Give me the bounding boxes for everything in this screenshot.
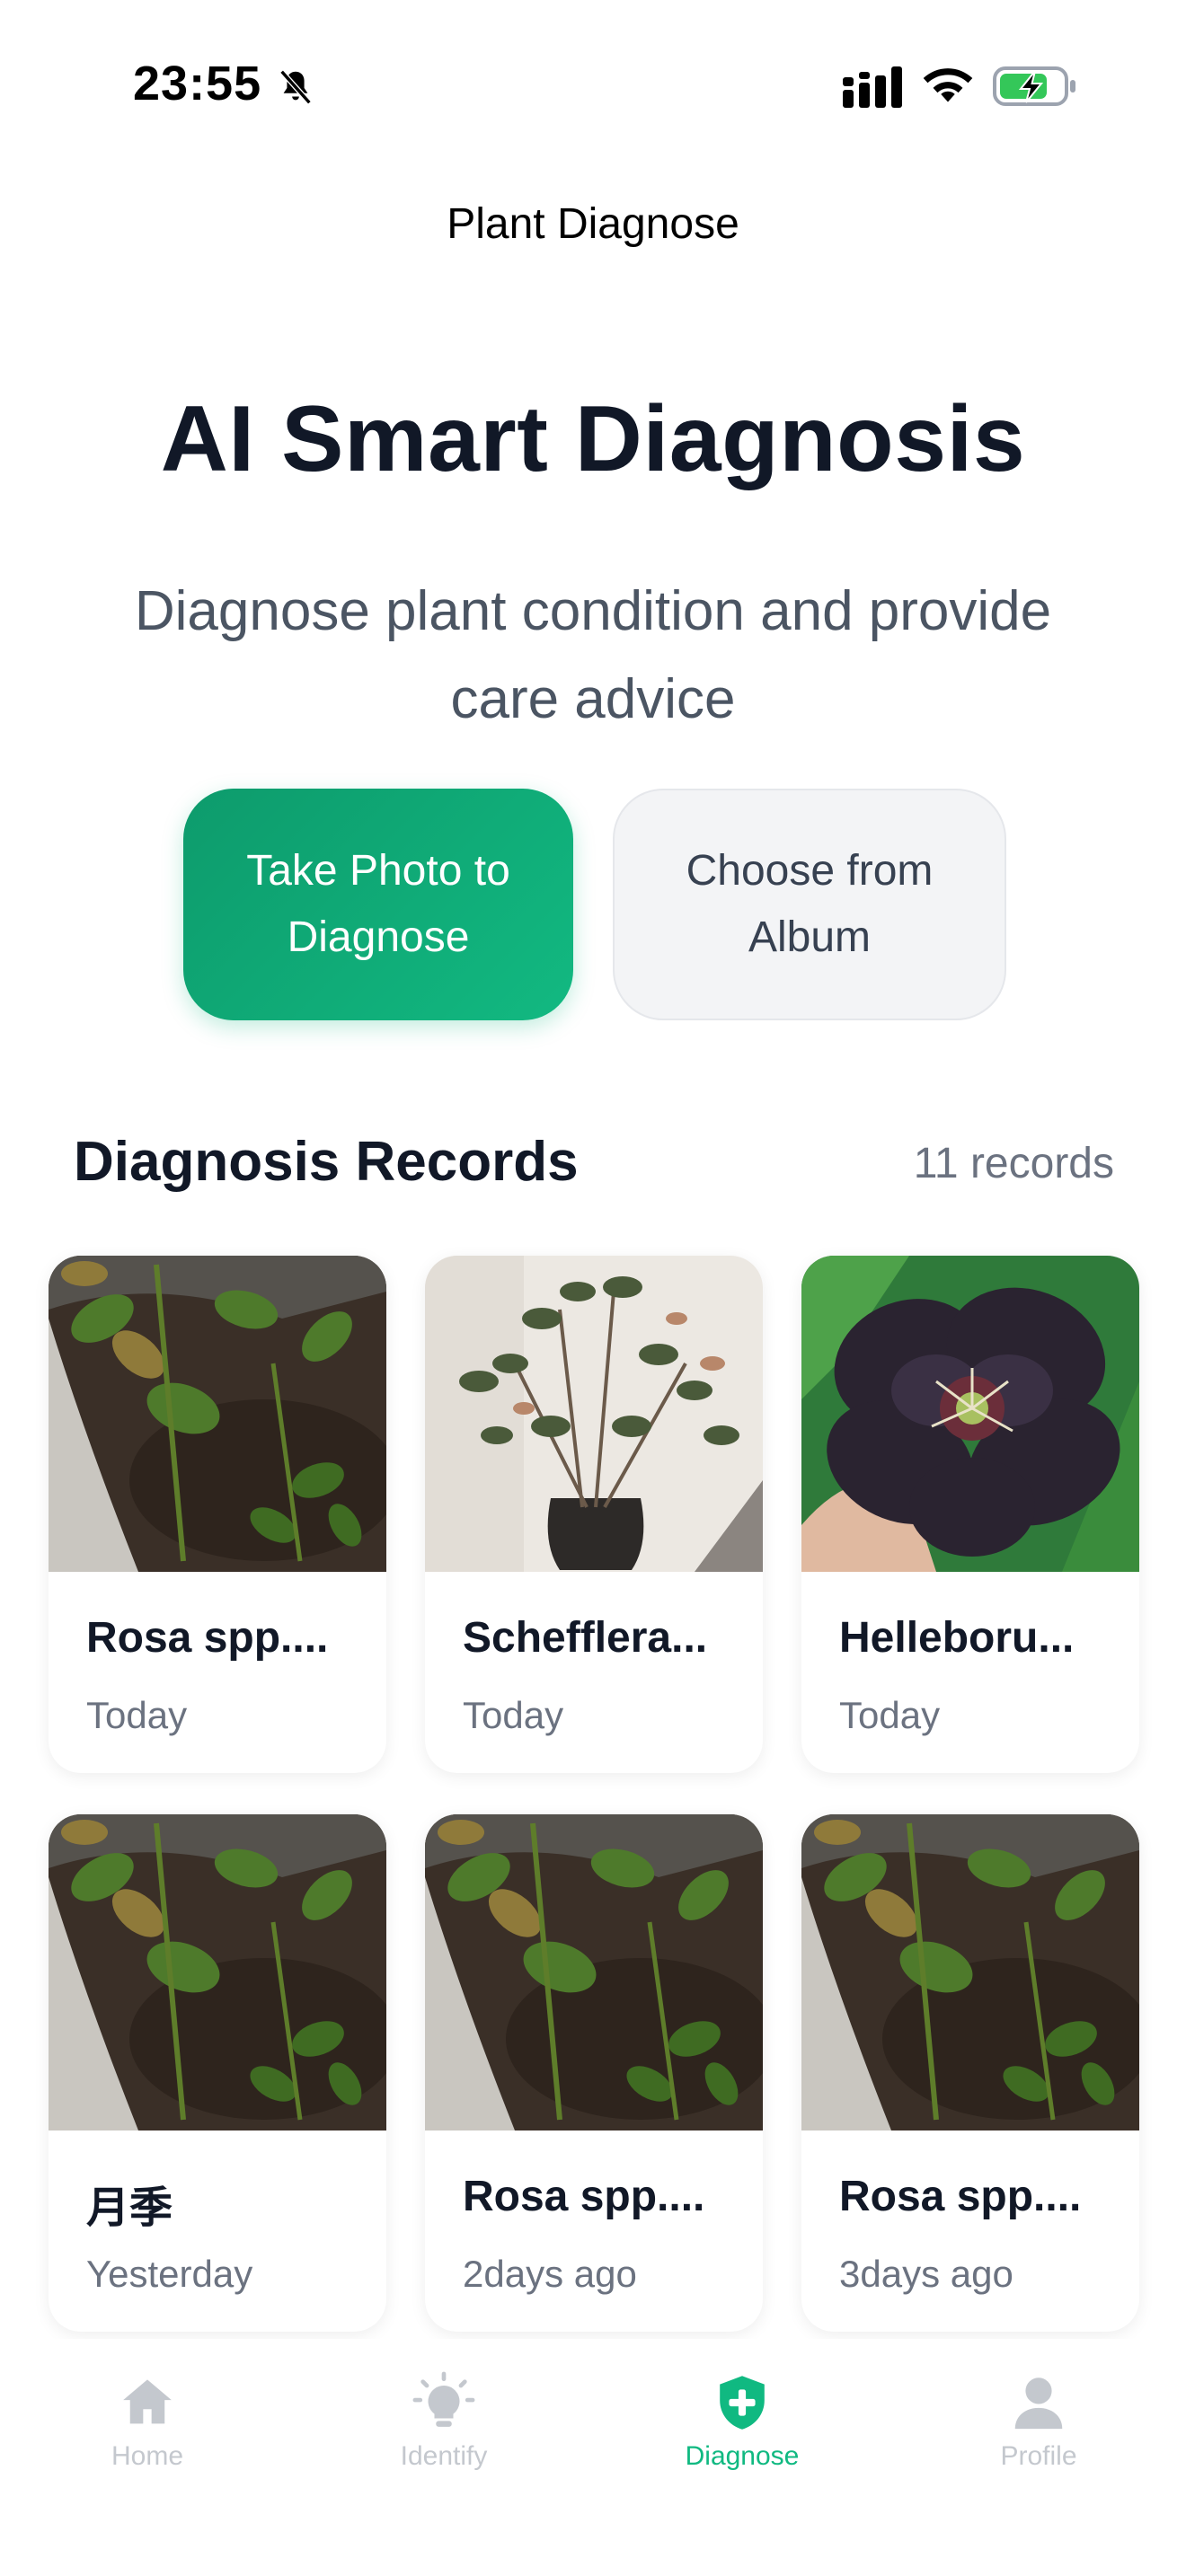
take-photo-button-label: Take Photo to Diagnose (246, 847, 510, 961)
record-date: 2days ago (463, 2253, 637, 2295)
record-name: Schefflera... (463, 1614, 708, 1662)
record-photo-rose (801, 1814, 1139, 2130)
record-date: Today (86, 1694, 188, 1736)
record-photo-rose (49, 1814, 386, 2130)
record-name: 月季 (86, 2184, 173, 2232)
tab-profile-label: Profile (1000, 2441, 1077, 2471)
records-grid: Rosa spp.... Today Schefflera... Today H… (49, 1256, 1139, 2332)
record-name: Helleboru... (839, 1614, 1075, 1662)
take-photo-button[interactable]: Take Photo to Diagnose (183, 789, 573, 1020)
page-title: Plant Diagnose (447, 200, 739, 248)
tab-home-label: Home (111, 2441, 184, 2471)
hero-subtitle: Diagnose plant condition and provide car… (134, 580, 1052, 730)
record-photo-hellebore (801, 1256, 1139, 1572)
record-date: 3days ago (839, 2253, 1013, 2295)
choose-from-album-button-label: Choose from Album (686, 847, 934, 961)
record-card[interactable]: Rosa spp.... Today (49, 1256, 386, 1773)
record-photo-rose (425, 1814, 763, 2130)
record-date: Today (463, 1694, 564, 1736)
tab-home[interactable]: Home (58, 2371, 237, 2472)
status-bar: 23:55 (0, 0, 1186, 171)
record-name: Rosa spp.... (463, 2173, 705, 2220)
tab-diagnose[interactable]: Diagnose (652, 2371, 832, 2472)
record-photo-rose (49, 1256, 386, 1572)
home-icon (123, 2379, 172, 2424)
choose-from-album-button[interactable]: Choose from Album (613, 789, 1006, 1020)
record-card[interactable]: Schefflera... Today (425, 1256, 763, 1773)
tab-diagnose-label: Diagnose (685, 2441, 800, 2471)
tab-identify-label: Identify (400, 2441, 488, 2471)
battery-charging-icon (993, 66, 1075, 106)
tab-bar: Home Identify Diagnose Profile (0, 2339, 1186, 2576)
record-date: Today (839, 1694, 941, 1736)
wifi-icon (923, 68, 973, 102)
records-count: 11 records (913, 1140, 1114, 1187)
record-card[interactable]: Helleboru... Today (801, 1256, 1139, 1773)
shield-plus-icon (720, 2376, 765, 2430)
signal-icon (843, 66, 902, 108)
hero-title: AI Smart Diagnosis (160, 387, 1026, 491)
record-photo-schefflera (425, 1256, 763, 1572)
record-card[interactable]: 月季 Yesterday (49, 1814, 386, 2332)
status-time: 23:55 (133, 57, 262, 110)
records-section-title: Diagnosis Records (74, 1131, 579, 1193)
tab-profile[interactable]: Profile (949, 2371, 1128, 2472)
record-name: Rosa spp.... (86, 1614, 329, 1662)
record-card[interactable]: Rosa spp.... 3days ago (801, 1814, 1139, 2332)
lightbulb-icon (412, 2371, 475, 2427)
bell-off-icon (279, 69, 312, 105)
record-date: Yesterday (86, 2253, 253, 2295)
tab-identify[interactable]: Identify (354, 2371, 534, 2472)
record-card[interactable]: Rosa spp.... 2days ago (425, 1814, 763, 2332)
person-icon (1014, 2378, 1063, 2430)
record-name: Rosa spp.... (839, 2173, 1082, 2220)
